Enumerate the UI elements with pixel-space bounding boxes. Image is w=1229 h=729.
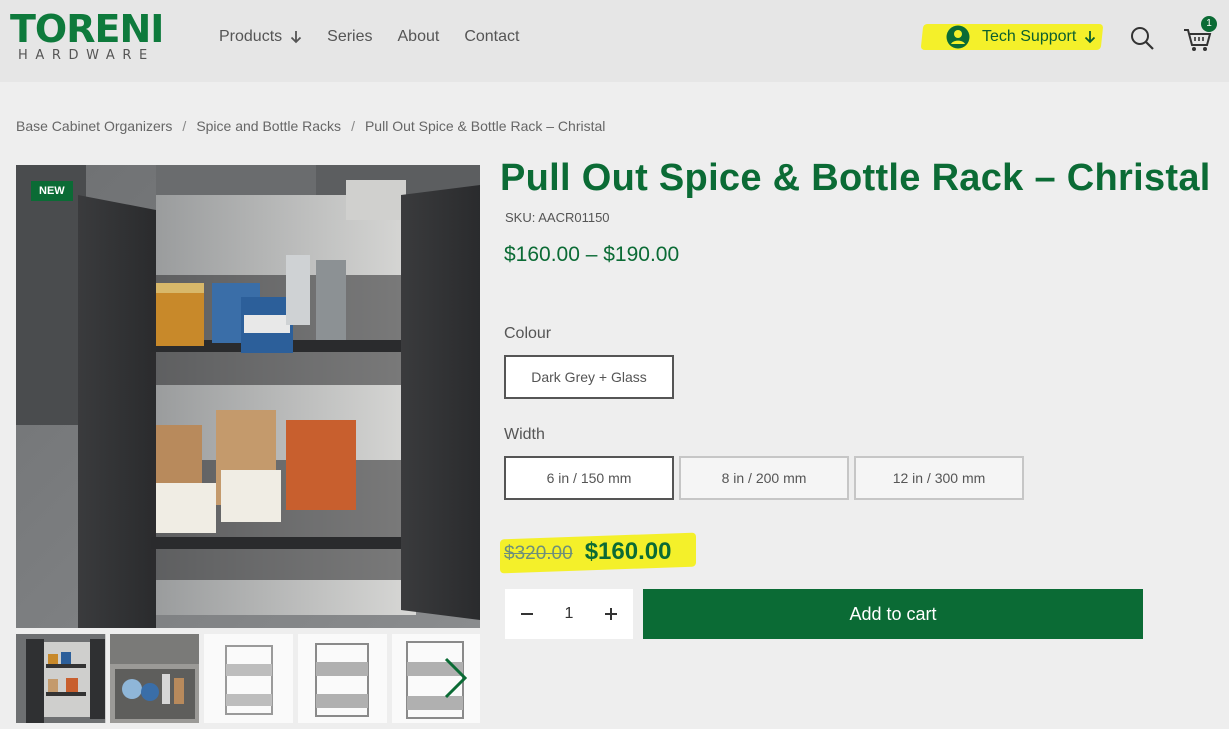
- user-circle-icon: [946, 25, 970, 49]
- nav-item-about[interactable]: About: [398, 27, 440, 47]
- nav-item-contact[interactable]: Contact: [464, 27, 519, 47]
- price-range: $160.00 – $190.00: [504, 243, 680, 266]
- quantity-input[interactable]: 1: [549, 605, 589, 623]
- width-option-8in[interactable]: 8 in / 200 mm: [679, 456, 849, 500]
- nav-item-label: Contact: [464, 28, 520, 45]
- new-badge: NEW: [31, 181, 73, 201]
- variation-price: $320.00 $160.00: [504, 538, 671, 572]
- colour-option-dark-grey-glass[interactable]: Dark Grey + Glass: [504, 355, 674, 399]
- breadcrumb-link[interactable]: Base Cabinet Organizers: [16, 118, 172, 134]
- logo-wordmark: TORENI: [10, 7, 164, 51]
- product-sku: SKU: AACR01150: [505, 210, 610, 225]
- breadcrumb-separator: /: [351, 118, 355, 134]
- main-nav: Products Series About Contact: [219, 27, 544, 47]
- width-option-6in[interactable]: 6 in / 150 mm: [504, 456, 674, 500]
- breadcrumb-link[interactable]: Spice and Bottle Racks: [196, 118, 341, 134]
- old-price: $320.00: [504, 543, 573, 564]
- arrow-down-icon: [1085, 31, 1096, 44]
- tech-support-menu[interactable]: Tech Support: [920, 24, 1104, 50]
- product-title: Pull Out Spice & Bottle Rack – Christal: [500, 157, 1211, 199]
- chevron-right-icon[interactable]: [440, 656, 470, 700]
- thumbnail[interactable]: [298, 634, 387, 723]
- cart-count-badge: 1: [1201, 16, 1217, 32]
- site-header: TORENI HARDWARE Products Series About Co…: [0, 0, 1229, 82]
- logo-subtitle: HARDWARE: [18, 48, 155, 63]
- add-to-cart-button[interactable]: Add to cart: [643, 589, 1143, 639]
- product-photo: [16, 165, 480, 628]
- search-icon[interactable]: [1130, 26, 1154, 50]
- thumbnail[interactable]: [16, 634, 106, 723]
- thumbnail-strip: [16, 634, 480, 723]
- sale-price: $160.00: [584, 538, 672, 565]
- thumbnail-image: [110, 634, 199, 723]
- arrow-down-icon: [291, 31, 302, 44]
- thumbnail-image: [298, 634, 387, 723]
- nav-item-label: About: [397, 28, 440, 45]
- quantity-stepper: 1: [505, 589, 633, 639]
- cart-button[interactable]: 1: [1183, 16, 1217, 52]
- breadcrumb-current: Pull Out Spice & Bottle Rack – Christal: [364, 118, 606, 134]
- minus-icon[interactable]: [519, 606, 535, 622]
- thumbnail-image: [204, 634, 293, 723]
- nav-item-products[interactable]: Products: [219, 27, 302, 47]
- product-main-image[interactable]: NEW: [16, 165, 480, 628]
- thumbnail[interactable]: [204, 634, 293, 723]
- thumbnail-image: [16, 634, 105, 723]
- nav-item-label: Series: [327, 28, 373, 45]
- logo[interactable]: TORENI HARDWARE: [10, 9, 172, 65]
- width-label: Width: [504, 426, 545, 443]
- colour-label: Colour: [504, 325, 552, 342]
- breadcrumb: Base Cabinet Organizers / Spice and Bott…: [16, 118, 605, 134]
- thumbnail[interactable]: [110, 634, 199, 723]
- width-option-12in[interactable]: 12 in / 300 mm: [854, 456, 1024, 500]
- breadcrumb-separator: /: [182, 118, 187, 134]
- nav-item-label: Products: [219, 28, 283, 45]
- tech-support-label: Tech Support: [982, 28, 1077, 45]
- nav-item-series[interactable]: Series: [327, 27, 372, 47]
- plus-icon[interactable]: [603, 606, 619, 622]
